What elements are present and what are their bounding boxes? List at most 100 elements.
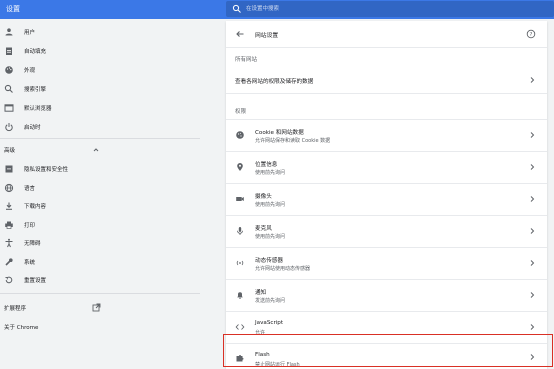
sidebar-item-label: 下载内容 [24, 204, 47, 210]
sidebar-item-people[interactable]: 用户 [0, 23, 200, 41]
setting-row-motion-sensors[interactable]: 动态传感器 允许网站使用动态传感器 [226, 248, 547, 279]
sidebar-item-reset[interactable]: 重置设置 [0, 271, 200, 289]
chevron-right-icon [530, 260, 535, 266]
sidebar-item-label: 外观 [24, 68, 36, 74]
search-box[interactable] [226, 1, 554, 17]
person-icon [5, 28, 13, 36]
row-subtitle: 允许 [255, 330, 266, 336]
sidebar-item-default-browser[interactable]: 默认浏览器 [0, 99, 200, 117]
divider [226, 47, 547, 48]
clipboard-icon [6, 47, 12, 55]
search-input[interactable] [246, 3, 446, 15]
sidebar-item-on-startup[interactable]: 启动时 [0, 118, 200, 136]
power-icon [5, 123, 13, 132]
chevron-right-icon [530, 77, 535, 83]
sidebar-item-label: 系统 [24, 260, 36, 266]
page-title: 网站设置 [255, 33, 279, 39]
setting-row-camera[interactable]: 摄像头 使用前先询问 [226, 184, 547, 215]
advanced-label: 高级 [4, 148, 16, 154]
accessibility-icon [5, 238, 13, 248]
chevron-up-icon [93, 148, 99, 152]
wrench-icon [5, 258, 13, 266]
sidebar-item-label: 自动填充 [24, 49, 47, 55]
chevron-right-icon [530, 132, 535, 138]
svg-text:?: ? [530, 32, 533, 38]
row-title: 麦克风 [255, 226, 272, 232]
sidebar-item-label: 语言 [24, 186, 36, 192]
setting-row-javascript[interactable]: JavaScript 允许 [226, 312, 547, 343]
browser-icon [4, 104, 14, 112]
row-subtitle: 允许网站使用动态传感器 [255, 266, 311, 272]
setting-row-microphone[interactable]: 麦克风 使用前先询问 [226, 216, 547, 247]
palette-icon [5, 66, 13, 74]
chevron-right-icon [530, 228, 535, 234]
puzzle-icon [236, 355, 244, 362]
sidebar-item-autofill[interactable]: 自动填充 [0, 42, 200, 60]
chevron-right-icon [530, 196, 535, 202]
chevron-right-icon [530, 292, 535, 298]
row-title: Cookie 和网站数据 [255, 130, 304, 136]
external-link-icon [92, 303, 101, 312]
advanced-toggle[interactable]: 高级 [0, 141, 200, 159]
sidebar-item-label: 隐私设置和安全性 [24, 167, 69, 173]
restore-icon [5, 276, 13, 284]
sensor-icon [236, 260, 244, 266]
row-subtitle: 禁止网站运行 Flash [255, 362, 300, 368]
all-sites-label: 所有网站 [235, 57, 258, 63]
location-pin-icon [237, 163, 243, 171]
camera-icon [236, 197, 244, 201]
chevron-right-icon [530, 354, 535, 360]
sidebar-item-print[interactable]: 打印 [0, 216, 200, 234]
row-title: 通知 [255, 290, 267, 296]
sidebar-item-about[interactable]: 关于 Chrome [0, 318, 200, 336]
row-subtitle: 使用前先询问 [255, 234, 286, 240]
sidebar-item-label: 用户 [24, 30, 36, 36]
back-arrow-icon[interactable] [235, 29, 245, 39]
all-sites-link[interactable]: 查看各网站的权限及储存的数据 [226, 69, 547, 91]
code-icon [235, 324, 245, 330]
sidebar-item-label: 关于 Chrome [4, 325, 39, 331]
sidebar-item-extensions[interactable]: 扩展程序 [0, 299, 200, 317]
sidebar-item-system[interactable]: 系统 [0, 253, 200, 271]
sidebar: 用户 自动填充 外观 搜索引擎 默认浏览器 启动时 高级 隐私设置和安全性 语言… [0, 19, 226, 369]
sidebar-item-downloads[interactable]: 下载内容 [0, 197, 200, 215]
sidebar-item-search-engine[interactable]: 搜索引擎 [0, 80, 200, 98]
sidebar-item-label: 启动时 [24, 125, 41, 131]
sidebar-item-languages[interactable]: 语言 [0, 179, 200, 197]
print-icon [5, 221, 13, 229]
sidebar-item-label: 扩展程序 [4, 306, 27, 312]
row-title: 位置信息 [255, 162, 278, 168]
main-content: 网站设置 ? 所有网站 查看各网站的权限及储存的数据 权限 Cookie 和网站… [226, 19, 554, 369]
setting-row-cookies[interactable]: Cookie 和网站数据 允许网站保存和读取 Cookie 数据 [226, 120, 547, 151]
setting-row-location[interactable]: 位置信息 使用前先询问 [226, 152, 547, 183]
row-subtitle: 使用前先询问 [255, 202, 286, 208]
row-title: JavaScript [255, 320, 284, 326]
permissions-label: 权限 [235, 109, 247, 115]
download-icon [6, 202, 12, 210]
row-title: 动态传感器 [255, 258, 283, 264]
chevron-right-icon [530, 164, 535, 170]
cookie-icon [236, 131, 244, 139]
site-settings-card: 网站设置 ? 所有网站 查看各网站的权限及储存的数据 权限 Cookie 和网站… [226, 21, 547, 369]
row-title: Flash [255, 352, 270, 358]
sidebar-item-label: 重置设置 [24, 278, 47, 284]
sidebar-item-label: 打印 [24, 223, 36, 229]
microphone-icon [237, 227, 243, 235]
sidebar-item-privacy[interactable]: 隐私设置和安全性 [0, 160, 200, 178]
help-icon[interactable]: ? [526, 29, 536, 39]
sidebar-item-appearance[interactable]: 外观 [0, 61, 200, 79]
all-sites-link-label: 查看各网站的权限及储存的数据 [235, 79, 314, 85]
chevron-right-icon [530, 324, 535, 330]
row-title: 摄像头 [255, 194, 272, 200]
sidebar-divider [0, 138, 200, 139]
sidebar-divider [0, 293, 200, 294]
setting-row-flash[interactable]: Flash 禁止网站运行 Flash [226, 344, 547, 369]
search-icon [4, 84, 13, 93]
top-bar: 设置 [0, 0, 554, 19]
sidebar-item-label: 搜索引擎 [24, 87, 47, 93]
sidebar-item-accessibility[interactable]: 无障碍 [0, 234, 200, 252]
shield-icon [5, 165, 13, 173]
app-title: 设置 [6, 5, 20, 13]
sidebar-item-label: 无障碍 [24, 241, 41, 247]
setting-row-notifications[interactable]: 通知 发送前先询问 [226, 280, 547, 311]
